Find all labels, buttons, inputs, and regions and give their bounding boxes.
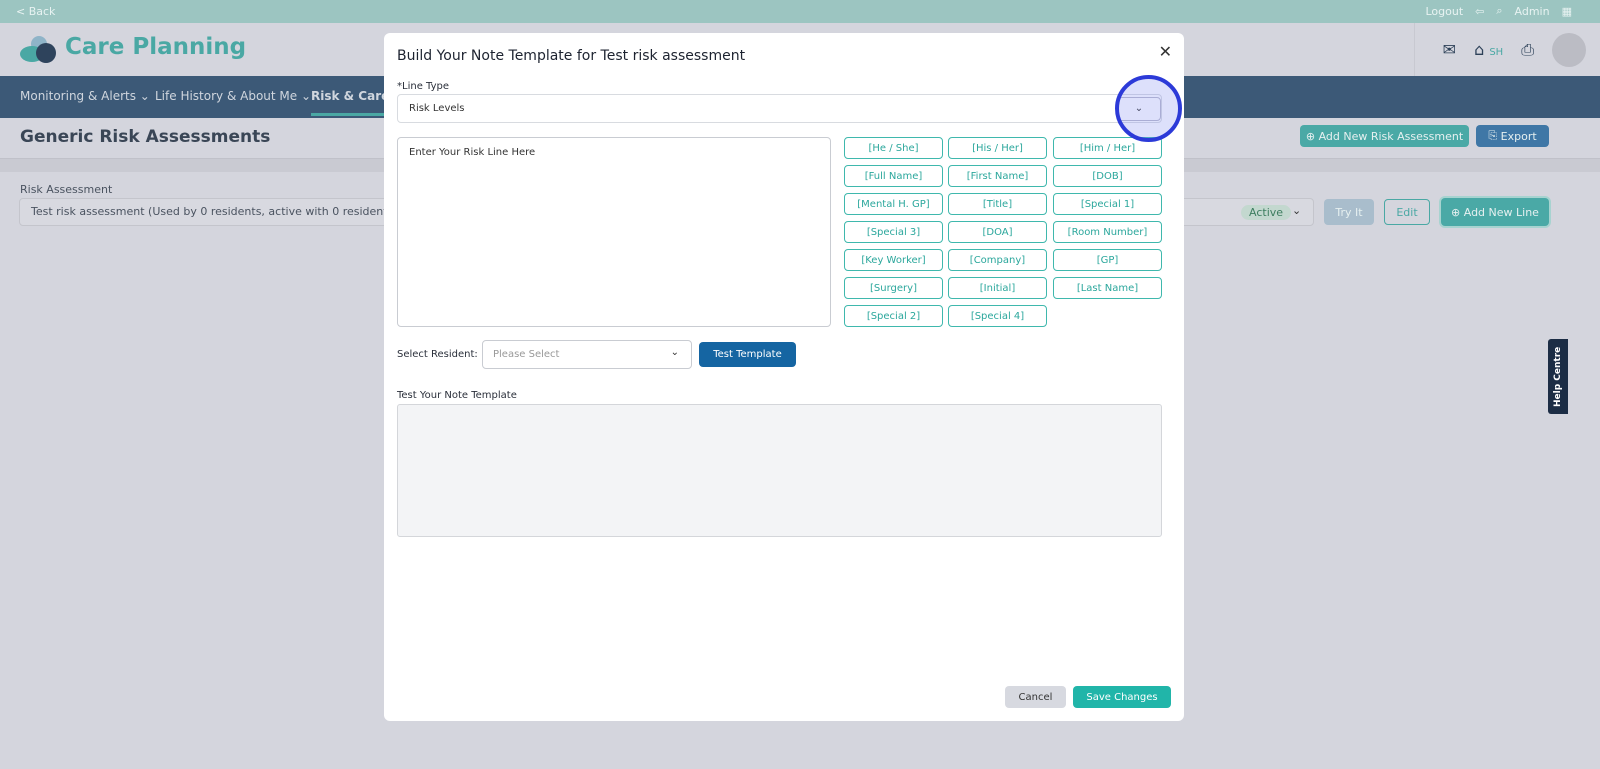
placeholder-chip[interactable]: [His / Her] — [948, 137, 1047, 159]
placeholder-chip[interactable]: [Surgery] — [844, 277, 943, 299]
placeholder-chip[interactable]: [Room Number] — [1053, 221, 1162, 243]
edit-button[interactable]: Edit — [1384, 199, 1430, 225]
placeholder-chip[interactable]: [First Name] — [948, 165, 1047, 187]
home-icon[interactable]: ⌂ SH — [1474, 40, 1503, 59]
line-type-label: *Line Type — [397, 81, 449, 92]
print-icon[interactable]: ⎙ — [1521, 40, 1534, 60]
add-risk-assessment-button[interactable]: ⊕ Add New Risk Assessment — [1300, 125, 1469, 147]
placeholder-chip[interactable]: [Initial] — [948, 277, 1047, 299]
select-resident-label: Select Resident: — [397, 349, 478, 360]
resident-placeholder: Please Select — [493, 349, 560, 360]
mail-icon[interactable]: ✉ — [1443, 40, 1456, 59]
close-icon[interactable]: ✕ — [1159, 42, 1172, 61]
modal-title: Build Your Note Template for Test risk a… — [397, 48, 746, 64]
note-template-modal: Build Your Note Template for Test risk a… — [384, 33, 1184, 721]
page-title: Generic Risk Assessments — [20, 127, 271, 147]
chevron-down-icon: ⌄ — [670, 347, 679, 358]
save-changes-button[interactable]: Save Changes — [1073, 686, 1171, 708]
placeholder-chip[interactable]: [Title] — [948, 193, 1047, 215]
nav-monitoring[interactable]: Monitoring & Alerts ⌄ — [20, 89, 150, 103]
placeholder-chip[interactable]: [Mental H. GP] — [844, 193, 943, 215]
export-icon: ⎘ — [1488, 129, 1501, 142]
placeholder-chip[interactable]: [He / She] — [844, 137, 943, 159]
test-output-label: Test Your Note Template — [397, 390, 517, 401]
placeholder-chip[interactable]: [Special 4] — [948, 305, 1047, 327]
avatar[interactable] — [1552, 32, 1586, 67]
placeholder-chip[interactable]: [DOA] — [948, 221, 1047, 243]
top-bar: < Back Logout ⇦ ⌕ Admin ▦ — [0, 0, 1600, 23]
nav-label: Monitoring & Alerts — [20, 89, 136, 103]
risk-line-textarea[interactable]: Enter Your Risk Line Here — [397, 137, 831, 327]
highlight-ring — [1115, 75, 1182, 142]
apps-grid-icon[interactable]: ▦ — [1562, 5, 1572, 18]
placeholder-chip[interactable]: [GP] — [1053, 249, 1162, 271]
export-label: Export — [1500, 129, 1537, 143]
placeholder-chip[interactable]: [Key Worker] — [844, 249, 943, 271]
home-initials: SH — [1489, 47, 1504, 58]
placeholder-chip[interactable]: [Special 1] — [1053, 193, 1162, 215]
placeholder-chip[interactable]: [Last Name] — [1053, 277, 1162, 299]
nav-label: Life History & About Me — [155, 89, 298, 103]
placeholder-chip[interactable]: [Company] — [948, 249, 1047, 271]
nav-life-history[interactable]: Life History & About Me ⌄ — [155, 89, 311, 103]
help-centre-tab[interactable]: Help Centre — [1548, 339, 1568, 414]
logout-link[interactable]: Logout — [1425, 5, 1463, 18]
cancel-button[interactable]: Cancel — [1005, 686, 1066, 708]
logout-icon[interactable]: ⇦ — [1475, 5, 1484, 18]
test-output-area — [397, 404, 1162, 537]
placeholder-chip[interactable]: [DOB] — [1053, 165, 1162, 187]
add-new-line-button[interactable]: ⊕ Add New Line — [1441, 198, 1549, 226]
back-link[interactable]: < Back — [16, 5, 55, 18]
risk-assessment-label: Risk Assessment — [20, 183, 113, 196]
try-it-button[interactable]: Try It — [1324, 199, 1374, 225]
placeholder-chip[interactable]: [Full Name] — [844, 165, 943, 187]
logo-icon — [20, 36, 56, 63]
line-type-select[interactable]: Risk Levels — [397, 94, 1162, 123]
admin-link[interactable]: Admin — [1515, 5, 1550, 18]
test-template-button[interactable]: Test Template — [699, 342, 796, 367]
search-icon[interactable]: ⌕ — [1496, 4, 1502, 18]
chevron-down-icon[interactable]: ⌄ — [1292, 204, 1301, 217]
resident-select[interactable]: Please Select ⌄ — [482, 340, 692, 369]
brand-name: Care Planning — [65, 34, 247, 60]
export-button[interactable]: ⎘ Export — [1476, 125, 1549, 147]
status-badge: Active — [1241, 205, 1292, 220]
placeholder-chip[interactable]: [Special 3] — [844, 221, 943, 243]
placeholder-chip[interactable]: [Special 2] — [844, 305, 943, 327]
